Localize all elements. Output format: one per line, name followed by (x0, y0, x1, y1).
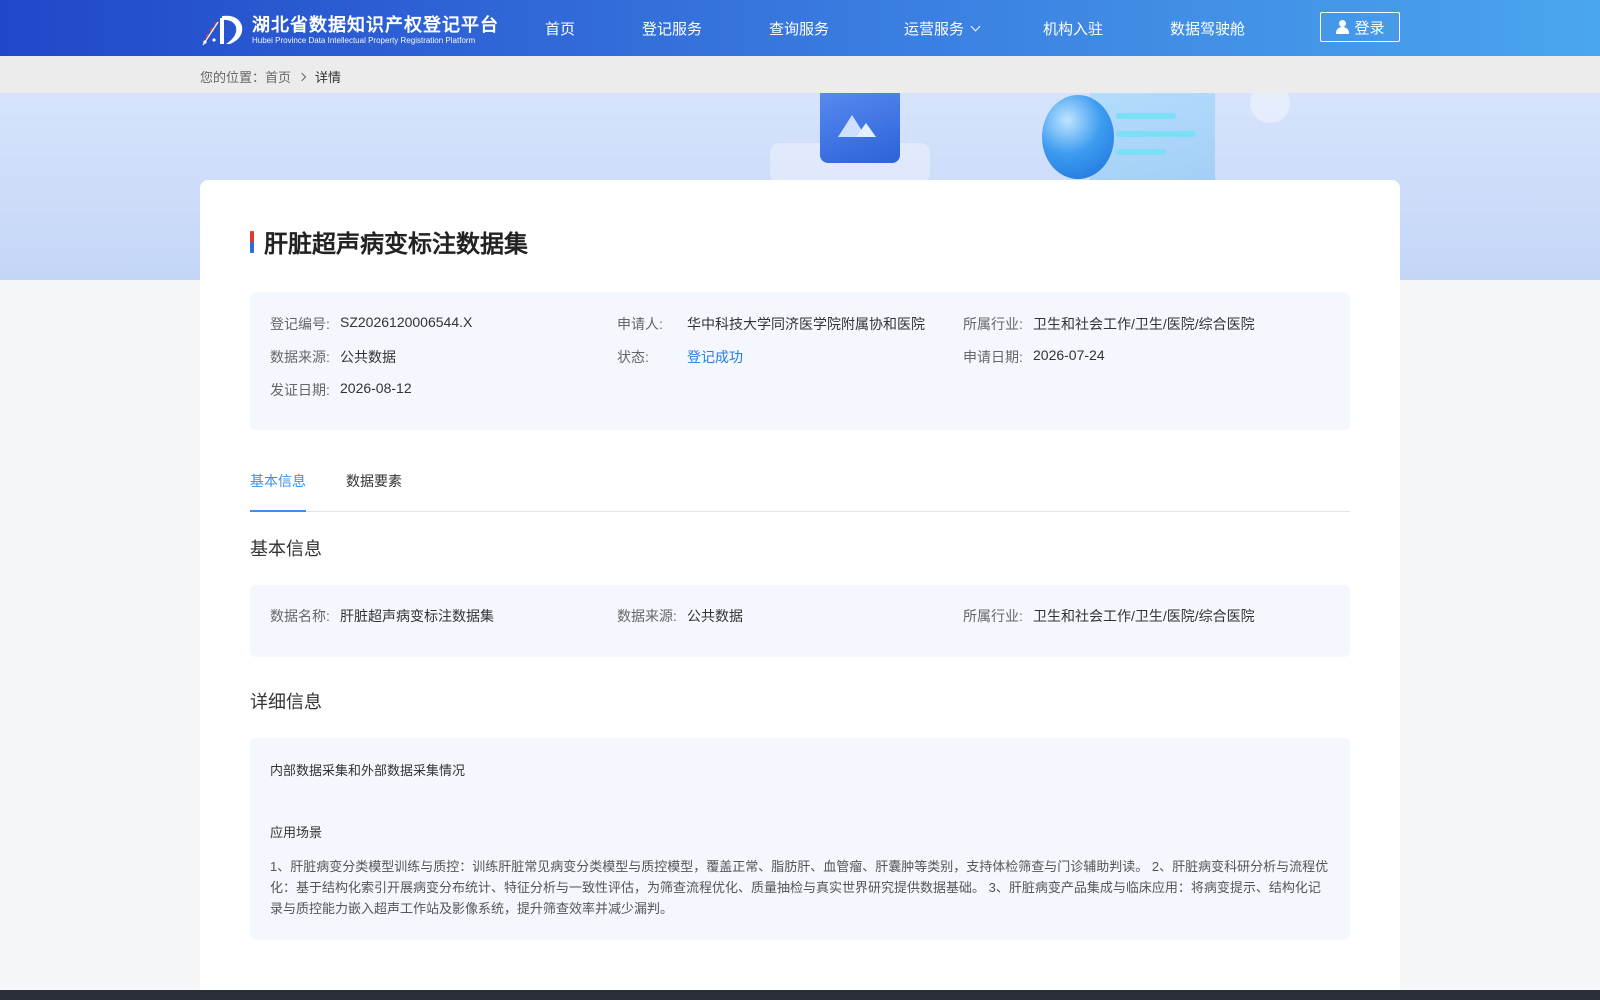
status-badge: 登记成功 (687, 349, 743, 365)
summary-industry-label: 所属行业: (963, 316, 1023, 332)
basic-source-value: 公共数据 (687, 608, 743, 624)
login-label: 登录 (1354, 19, 1385, 37)
image-icon (820, 93, 900, 163)
tab-data-elements[interactable]: 数据要素 (346, 470, 402, 512)
detail-info-heading: 详细信息 (250, 692, 322, 712)
nav-operations[interactable]: 运营服务 (904, 18, 981, 39)
breadcrumb-prefix: 您的位置： (200, 70, 266, 85)
chevron-down-icon (970, 21, 981, 32)
breadcrumb: 您的位置： 首页 详情 (200, 67, 341, 86)
tab-basic-info[interactable]: 基本信息 (250, 470, 306, 512)
summary-source-value: 公共数据 (340, 349, 396, 365)
logo-title: 湖北省数据知识产权登记平台 (252, 15, 499, 35)
user-icon (1335, 20, 1350, 34)
nav-operations-label: 运营服务 (904, 21, 965, 38)
summary-source-label: 数据来源: (270, 349, 330, 365)
breadcrumb-home-link[interactable]: 首页 (265, 67, 291, 86)
footer-bar (0, 990, 1600, 1000)
nav-cockpit[interactable]: 数据驾驶舱 (1170, 18, 1245, 39)
summary-apply-date-value: 2026-07-24 (1033, 347, 1105, 363)
title-row: 肝脏超声病变标注数据集 (250, 224, 528, 259)
detail-tabs: 基本信息 数据要素 (250, 470, 1350, 512)
summary-cert-date: 发证日期: 2026-08-12 (270, 380, 412, 400)
top-header: 湖北省数据知识产权登记平台 Hubei Province Data Intell… (0, 0, 1600, 56)
basic-info-box: 数据名称: 肝脏超声病变标注数据集 数据来源: 公共数据 所属行业: 卫生和社会… (250, 585, 1350, 657)
basic-name: 数据名称: 肝脏超声病变标注数据集 (270, 606, 494, 626)
detail-info-box: 内部数据采集和外部数据采集情况 应用场景 1、肝脏病变分类模型训练与质控：训练肝… (250, 738, 1350, 940)
summary-status: 状态: 登记成功 (617, 347, 743, 367)
basic-name-value: 肝脏超声病变标注数据集 (340, 608, 494, 624)
summary-reg-no: 登记编号: SZ2026120006544.X (270, 314, 472, 334)
logo-emblem-icon (200, 12, 246, 48)
basic-industry-value: 卫生和社会工作/卫生/医院/综合医院 (1033, 608, 1255, 624)
summary-reg-no-value: SZ2026120006544.X (340, 314, 473, 330)
summary-apply-date: 申请日期: 2026-07-24 (963, 347, 1105, 367)
basic-industry: 所属行业: 卫生和社会工作/卫生/医院/综合医院 (963, 606, 1255, 626)
summary-applicant-value: 华中科技大学同济医学院附属协和医院 (687, 316, 925, 332)
nav-query[interactable]: 查询服务 (769, 18, 829, 39)
basic-industry-label: 所属行业: (963, 608, 1023, 624)
sphere-decoration (1042, 95, 1114, 179)
summary-status-label: 状态: (617, 349, 649, 365)
basic-name-label: 数据名称: (270, 608, 330, 624)
summary-applicant-label: 申请人: (617, 316, 663, 332)
summary-industry-value: 卫生和社会工作/卫生/医院/综合医院 (1033, 316, 1255, 332)
breadcrumb-bar: 您的位置： 首页 详情 (0, 56, 1600, 93)
title-accent-bar (250, 230, 254, 253)
breadcrumb-current: 详情 (315, 70, 342, 85)
basic-source-label: 数据来源: (617, 608, 677, 624)
summary-box: 登记编号: SZ2026120006544.X 申请人: 华中科技大学同济医学院… (250, 292, 1350, 430)
logo-subtitle: Hubei Province Data Intellectual Propert… (252, 36, 476, 45)
scenario-heading: 应用场景 (270, 825, 323, 840)
scenario-text: 1、肝脏病变分类模型训练与质控：训练肝脏常见病变分类模型与质控模型，覆盖正常、脂… (270, 859, 1329, 916)
detail-card: 肝脏超声病变标注数据集 登记编号: SZ2026120006544.X 申请人:… (200, 180, 1400, 1000)
basic-source: 数据来源: 公共数据 (617, 606, 743, 626)
login-button[interactable]: 登录 (1320, 12, 1400, 42)
summary-source: 数据来源: 公共数据 (270, 347, 396, 367)
blob-decoration (1250, 93, 1290, 123)
summary-cert-date-value: 2026-08-12 (340, 380, 412, 396)
summary-industry: 所属行业: 卫生和社会工作/卫生/医院/综合医院 (963, 314, 1255, 334)
nav-institution[interactable]: 机构入驻 (1043, 18, 1103, 39)
site-logo[interactable]: 湖北省数据知识产权登记平台 Hubei Province Data Intell… (200, 12, 499, 48)
basic-info-heading: 基本信息 (250, 539, 322, 559)
summary-applicant: 申请人: 华中科技大学同济医学院附属协和医院 (617, 314, 925, 334)
page-title: 肝脏超声病变标注数据集 (264, 231, 528, 258)
collection-heading: 内部数据采集和外部数据采集情况 (270, 763, 466, 778)
summary-reg-no-label: 登记编号: (270, 316, 330, 332)
chevron-right-icon (297, 72, 307, 81)
nav-home[interactable]: 首页 (545, 18, 575, 39)
summary-apply-date-label: 申请日期: (963, 349, 1023, 365)
summary-cert-date-label: 发证日期: (270, 382, 330, 398)
nav-registration[interactable]: 登记服务 (642, 18, 702, 39)
